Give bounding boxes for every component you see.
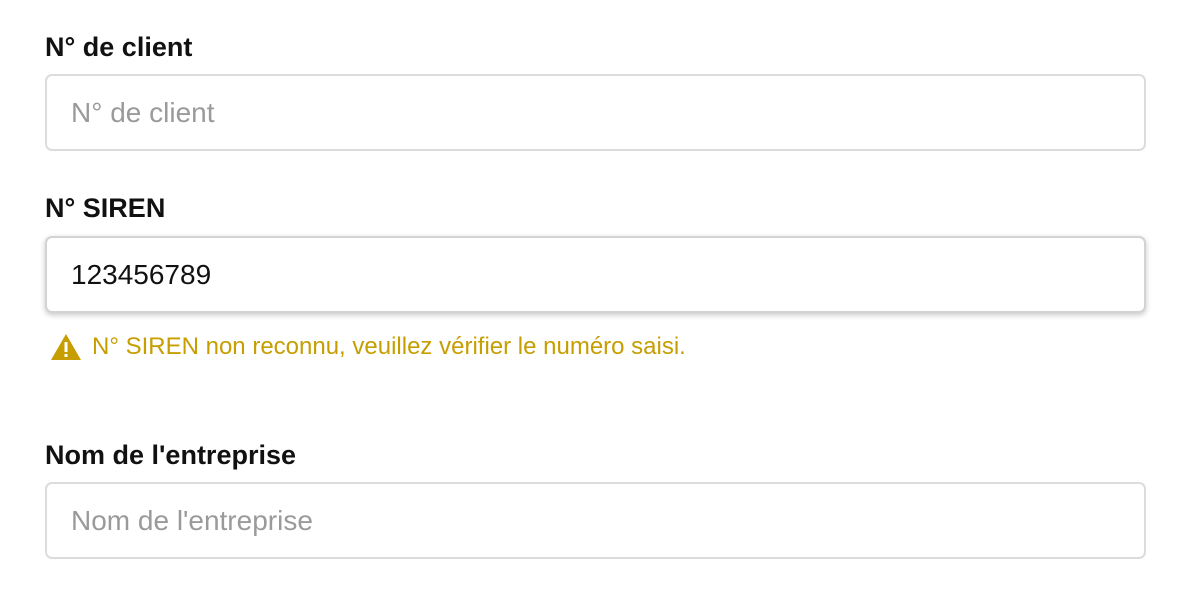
company-name-input[interactable] xyxy=(45,482,1146,559)
siren-label: N° SIREN xyxy=(45,193,166,223)
siren-warning-text: N° SIREN non reconnu, veuillez vérifier … xyxy=(92,333,686,360)
company-name-label: Nom de l'entreprise xyxy=(45,440,296,470)
warning-triangle-icon xyxy=(50,333,82,361)
client-number-label: N° de client xyxy=(45,32,193,62)
client-number-input[interactable] xyxy=(45,74,1146,151)
company-form: N° de client N° SIREN N° SIREN non recon… xyxy=(0,0,1192,595)
siren-input[interactable] xyxy=(45,236,1146,313)
siren-warning: N° SIREN non reconnu, veuillez vérifier … xyxy=(50,332,686,362)
